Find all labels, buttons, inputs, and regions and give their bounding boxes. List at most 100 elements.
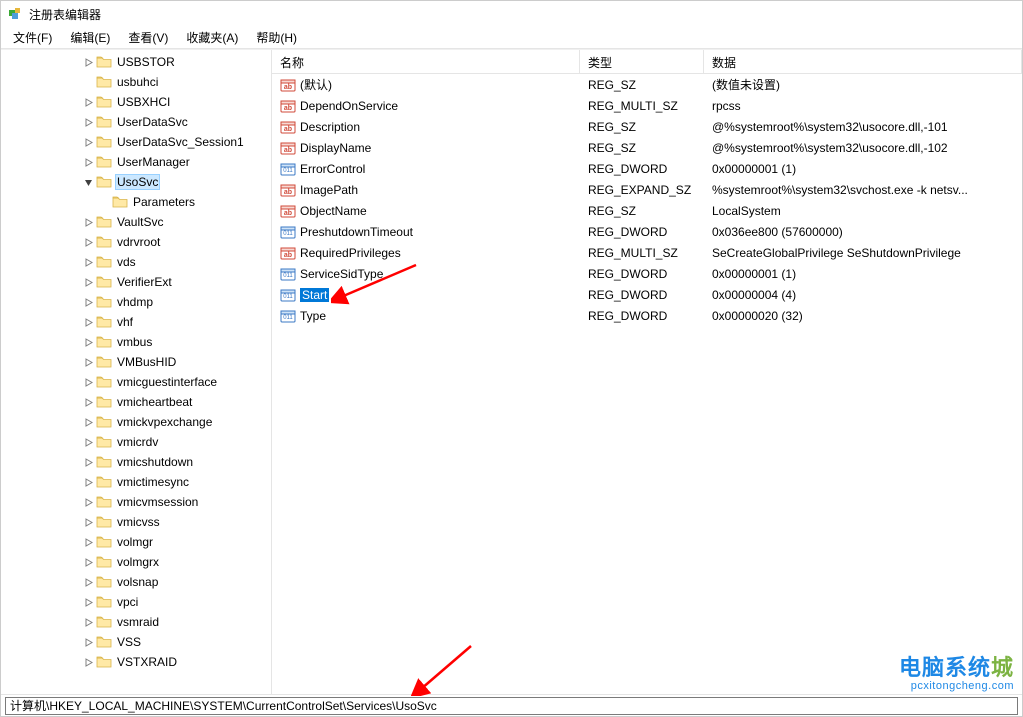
tree-item[interactable]: volmgr bbox=[1, 532, 271, 552]
value-name: ServiceSidType bbox=[300, 267, 383, 281]
tree-item[interactable]: vmbus bbox=[1, 332, 271, 352]
menu-view[interactable]: 查看(V) bbox=[120, 27, 176, 48]
expander-icon[interactable] bbox=[81, 555, 95, 569]
tree-item[interactable]: vdrvroot bbox=[1, 232, 271, 252]
value-type: REG_SZ bbox=[580, 141, 704, 155]
tree-item[interactable]: vmicrdv bbox=[1, 432, 271, 452]
value-data: rpcss bbox=[704, 99, 1022, 113]
value-row[interactable]: abDescriptionREG_SZ@%systemroot%\system3… bbox=[272, 116, 1022, 137]
expander-icon[interactable] bbox=[81, 295, 95, 309]
tree-item[interactable]: UsoSvc bbox=[1, 172, 271, 192]
tree-item[interactable]: USBSTOR bbox=[1, 52, 271, 72]
tree-item[interactable]: usbuhci bbox=[1, 72, 271, 92]
tree-label: Parameters bbox=[131, 195, 197, 209]
value-row[interactable]: 011StartREG_DWORD0x00000004 (4) bbox=[272, 284, 1022, 305]
expander-icon[interactable] bbox=[81, 155, 95, 169]
tree-item[interactable]: VSTXRAID bbox=[1, 652, 271, 672]
tree-item[interactable]: vmicvss bbox=[1, 512, 271, 532]
value-row[interactable]: 011ErrorControlREG_DWORD0x00000001 (1) bbox=[272, 158, 1022, 179]
value-row[interactable]: abRequiredPrivilegesREG_MULTI_SZSeCreate… bbox=[272, 242, 1022, 263]
value-row[interactable]: abImagePathREG_EXPAND_SZ%systemroot%\sys… bbox=[272, 179, 1022, 200]
tree-item[interactable]: vmicshutdown bbox=[1, 452, 271, 472]
value-row[interactable]: abDependOnServiceREG_MULTI_SZrpcss bbox=[272, 95, 1022, 116]
expander-icon[interactable] bbox=[81, 95, 95, 109]
tree-pane[interactable]: USBSTORusbuhciUSBXHCIUserDataSvcUserData… bbox=[1, 50, 272, 694]
menu-help[interactable]: 帮助(H) bbox=[248, 27, 305, 48]
column-name[interactable]: 名称 bbox=[272, 50, 580, 73]
value-data: @%systemroot%\system32\usocore.dll,-101 bbox=[704, 120, 1022, 134]
value-row[interactable]: 011ServiceSidTypeREG_DWORD0x00000001 (1) bbox=[272, 263, 1022, 284]
menu-favorites[interactable]: 收藏夹(A) bbox=[178, 27, 246, 48]
value-row[interactable]: 011PreshutdownTimeoutREG_DWORD0x036ee800… bbox=[272, 221, 1022, 242]
expander-icon[interactable] bbox=[81, 175, 95, 189]
tree-label: volmgrx bbox=[115, 555, 161, 569]
menu-edit[interactable]: 编辑(E) bbox=[62, 27, 118, 48]
tree-item[interactable]: vhf bbox=[1, 312, 271, 332]
expander-icon[interactable] bbox=[81, 335, 95, 349]
expander-icon[interactable] bbox=[81, 455, 95, 469]
expander-icon[interactable] bbox=[81, 515, 95, 529]
tree-item[interactable]: volmgrx bbox=[1, 552, 271, 572]
tree-item[interactable]: UserDataSvc bbox=[1, 112, 271, 132]
expander-icon[interactable] bbox=[81, 135, 95, 149]
column-data[interactable]: 数据 bbox=[704, 50, 1022, 73]
expander-icon[interactable] bbox=[81, 315, 95, 329]
tree-item[interactable]: vsmraid bbox=[1, 612, 271, 632]
tree-item[interactable]: VSS bbox=[1, 632, 271, 652]
value-row[interactable]: 011TypeREG_DWORD0x00000020 (32) bbox=[272, 305, 1022, 326]
expander-icon[interactable] bbox=[81, 215, 95, 229]
tree-item[interactable]: Parameters bbox=[1, 192, 271, 212]
expander-icon[interactable] bbox=[81, 395, 95, 409]
expander-icon[interactable] bbox=[81, 255, 95, 269]
tree-item[interactable]: vds bbox=[1, 252, 271, 272]
expander-icon[interactable] bbox=[81, 115, 95, 129]
expander-icon[interactable] bbox=[81, 275, 95, 289]
menubar: 文件(F) 编辑(E) 查看(V) 收藏夹(A) 帮助(H) bbox=[1, 27, 1022, 49]
expander-icon[interactable] bbox=[97, 195, 111, 209]
tree-label: VerifierExt bbox=[115, 275, 174, 289]
value-row[interactable]: abDisplayNameREG_SZ@%systemroot%\system3… bbox=[272, 137, 1022, 158]
tree-item[interactable]: USBXHCI bbox=[1, 92, 271, 112]
column-type[interactable]: 类型 bbox=[580, 50, 704, 73]
tree-item[interactable]: vmicheartbeat bbox=[1, 392, 271, 412]
menu-file[interactable]: 文件(F) bbox=[5, 27, 60, 48]
expander-icon[interactable] bbox=[81, 475, 95, 489]
expander-icon[interactable] bbox=[81, 75, 95, 89]
tree-item[interactable]: vhdmp bbox=[1, 292, 271, 312]
expander-icon[interactable] bbox=[81, 575, 95, 589]
tree-item[interactable]: vmicguestinterface bbox=[1, 372, 271, 392]
tree-item[interactable]: vmicvmsession bbox=[1, 492, 271, 512]
expander-icon[interactable] bbox=[81, 495, 95, 509]
expander-icon[interactable] bbox=[81, 355, 95, 369]
tree-item[interactable]: vmickvpexchange bbox=[1, 412, 271, 432]
expander-icon[interactable] bbox=[81, 55, 95, 69]
expander-icon[interactable] bbox=[81, 615, 95, 629]
tree-item[interactable]: vmictimesync bbox=[1, 472, 271, 492]
tree-item[interactable]: UserManager bbox=[1, 152, 271, 172]
tree-item[interactable]: vpci bbox=[1, 592, 271, 612]
folder-icon bbox=[96, 95, 112, 109]
list-body[interactable]: ab(默认)REG_SZ(数值未设置)abDependOnServiceREG_… bbox=[272, 74, 1022, 694]
value-type: REG_DWORD bbox=[580, 162, 704, 176]
tree-item[interactable]: VaultSvc bbox=[1, 212, 271, 232]
expander-icon[interactable] bbox=[81, 235, 95, 249]
tree-label: vmicvss bbox=[115, 515, 162, 529]
tree-label: vmicvmsession bbox=[115, 495, 200, 509]
tree-item[interactable]: volsnap bbox=[1, 572, 271, 592]
expander-icon[interactable] bbox=[81, 435, 95, 449]
tree-item[interactable]: VMBusHID bbox=[1, 352, 271, 372]
expander-icon[interactable] bbox=[81, 415, 95, 429]
tree-label: volmgr bbox=[115, 535, 155, 549]
expander-icon[interactable] bbox=[81, 595, 95, 609]
tree-item[interactable]: UserDataSvc_Session1 bbox=[1, 132, 271, 152]
value-type: REG_EXPAND_SZ bbox=[580, 183, 704, 197]
value-type: REG_SZ bbox=[580, 204, 704, 218]
expander-icon[interactable] bbox=[81, 655, 95, 669]
expander-icon[interactable] bbox=[81, 535, 95, 549]
value-row[interactable]: ab(默认)REG_SZ(数值未设置) bbox=[272, 74, 1022, 95]
path-input[interactable] bbox=[5, 697, 1018, 715]
value-row[interactable]: abObjectNameREG_SZLocalSystem bbox=[272, 200, 1022, 221]
expander-icon[interactable] bbox=[81, 375, 95, 389]
tree-item[interactable]: VerifierExt bbox=[1, 272, 271, 292]
expander-icon[interactable] bbox=[81, 635, 95, 649]
